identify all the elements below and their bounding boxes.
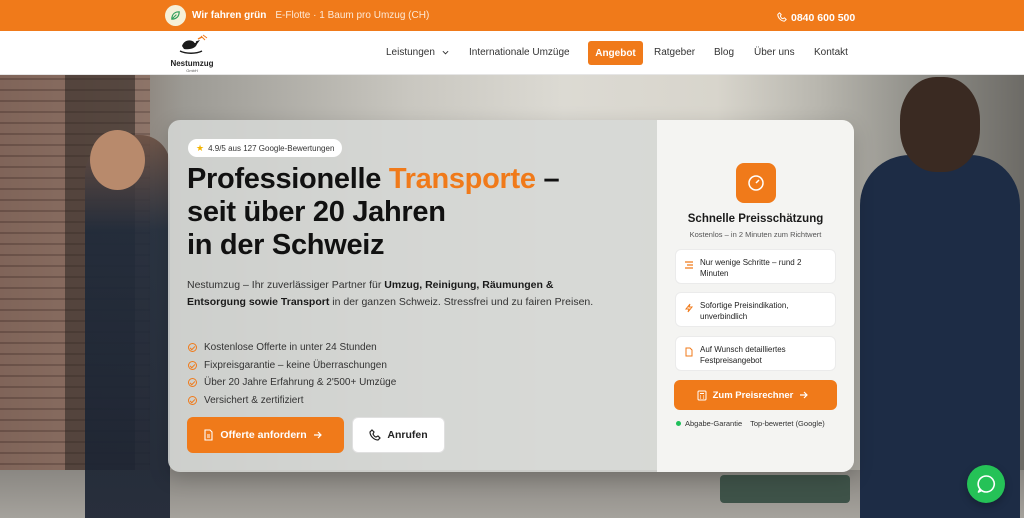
nav-angebot[interactable]: Angebot xyxy=(588,41,643,65)
estimator-feature: Nur wenige Schritte – rund 2 Minuten xyxy=(675,249,836,284)
topbar-phone-number: 0840 600 500 xyxy=(791,12,856,24)
chevron-down-icon xyxy=(442,47,449,58)
check-circle-icon xyxy=(188,360,197,370)
calculator-icon xyxy=(697,390,707,400)
estimator-title: Schnelle Preisschätzung xyxy=(687,213,824,225)
whatsapp-chat-button[interactable] xyxy=(967,465,1005,503)
benefit-text: Fixpreisgarantie – keine Überraschungen xyxy=(204,359,387,371)
hero-card: ★ 4.9/5 aus 127 Google-Bewertungen Profe… xyxy=(168,120,854,472)
estimator-feature-text: Auf Wunsch detailliertes Festpreisangebo… xyxy=(700,345,786,365)
green-fleet-notice: Wir fahren grün E-Flotte · 1 Baum pro Um… xyxy=(165,5,429,26)
google-rating-badge: ★ 4.9/5 aus 127 Google-Bewertungen xyxy=(188,139,343,157)
benefit-text: Kostenlose Offerte in unter 24 Stunden xyxy=(204,342,377,354)
benefit-item: Fixpreisgarantie – keine Überraschungen xyxy=(188,357,396,375)
arrow-right-icon xyxy=(313,431,322,439)
estimator-feature-text: Sofortige Preisindikation, unverbindlich xyxy=(700,301,789,321)
arrow-right-icon xyxy=(800,391,809,399)
estimator-feature-text: Nur wenige Schritte – rund 2 Minuten xyxy=(700,258,802,278)
hero-card-content: ★ 4.9/5 aus 127 Google-Bewertungen Profe… xyxy=(168,120,657,472)
fleet-subline: E-Flotte · 1 Baum pro Umzug (CH) xyxy=(275,10,430,21)
lead-part-2: in der ganzen Schweiz. Stressfrei und zu… xyxy=(329,296,594,308)
headline-pre: Professionelle xyxy=(187,163,389,195)
headline-post: – xyxy=(535,163,560,195)
hero-background-mover-left xyxy=(85,135,170,518)
hero-background-sofa xyxy=(720,475,850,503)
nav-ratgeber[interactable]: Ratgeber xyxy=(654,47,695,58)
gauge-icon xyxy=(736,163,776,203)
logo-sub: GmbH xyxy=(186,68,198,73)
check-circle-icon xyxy=(188,395,197,405)
logo[interactable]: Nestumzug GmbH xyxy=(166,34,218,74)
check-circle-icon xyxy=(188,343,197,353)
green-label: Wir fahren grün xyxy=(192,10,267,21)
nav-leistungen-label: Leistungen xyxy=(386,47,435,58)
hero-background-mover-right xyxy=(860,155,1020,518)
call-button[interactable]: Anrufen xyxy=(352,417,445,453)
lead-part-1: Nestumzug – Ihr zuverlässiger Partner fü… xyxy=(187,279,385,291)
benefit-item: Über 20 Jahre Erfahrung & 2'500+ Umzüge xyxy=(188,374,396,392)
document-icon xyxy=(204,429,213,441)
headline-line2: seit über 20 Jahren xyxy=(187,196,446,228)
lightning-icon xyxy=(684,300,694,318)
estimator-feature: Sofortige Preisindikation, unverbindlich xyxy=(675,292,836,327)
price-estimator-panel: Schnelle Preisschätzung Kostenlos – in 2… xyxy=(657,120,854,472)
nav-blog[interactable]: Blog xyxy=(714,47,734,58)
star-icon: ★ xyxy=(196,142,205,153)
price-calculator-button[interactable]: Zum Preisrechner xyxy=(674,380,837,410)
nav-ueber-uns[interactable]: Über uns xyxy=(754,47,795,58)
estimator-subtitle: Kostenlos – in 2 Minuten zum Richtwert xyxy=(689,230,822,239)
phone-icon xyxy=(369,429,382,441)
headline-line3: in der Schweiz xyxy=(187,229,385,261)
bird-nest-logo-icon xyxy=(179,34,208,54)
price-calculator-label: Zum Preisrechner xyxy=(712,389,794,401)
headline-accent: Transporte xyxy=(388,163,536,195)
hero-lead: Nestumzug – Ihr zuverlässiger Partner fü… xyxy=(187,277,597,311)
main-navbar: Nestumzug GmbH Leistungen Internationale… xyxy=(0,31,1024,75)
rating-text: 4.9/5 aus 127 Google-Bewertungen xyxy=(208,143,335,153)
top-rated-label: Top-bewertet (Google) xyxy=(750,419,825,428)
nav-kontakt[interactable]: Kontakt xyxy=(814,47,848,58)
phone-icon xyxy=(777,9,787,27)
guarantee-label: Abgabe-Garantie xyxy=(685,419,743,428)
nav-leistungen[interactable]: Leistungen xyxy=(386,47,449,58)
hero-background-mover-right-head xyxy=(900,77,980,172)
leaf-icon xyxy=(165,5,186,26)
request-offer-label: Offerte anfordern xyxy=(220,429,307,441)
promo-topbar: Wir fahren grün E-Flotte · 1 Baum pro Um… xyxy=(0,0,1024,31)
benefit-item: Versichert & zertifiziert xyxy=(188,392,396,410)
request-offer-button[interactable]: Offerte anfordern xyxy=(187,417,344,453)
estimator-footer: Abgabe-Garantie Top-bewertet (Google) xyxy=(676,419,825,428)
benefit-item: Kostenlose Offerte in unter 24 Stunden xyxy=(188,339,396,357)
whatsapp-icon xyxy=(977,475,995,493)
benefit-text: Versichert & zertifiziert xyxy=(204,394,304,406)
steps-icon xyxy=(684,257,694,275)
check-circle-icon xyxy=(188,378,197,388)
topbar-phone-link[interactable]: 0840 600 500 xyxy=(777,9,855,27)
benefit-text: Über 20 Jahre Erfahrung & 2'500+ Umzüge xyxy=(204,377,397,389)
call-label: Anrufen xyxy=(387,429,428,441)
nav-internationale-umzuege[interactable]: Internationale Umzüge xyxy=(469,47,570,58)
hero-headline: Professionelle Transporte – seit über 20… xyxy=(187,163,647,262)
estimator-feature: Auf Wunsch detailliertes Festpreisangebo… xyxy=(675,336,836,371)
status-dot-icon xyxy=(676,421,681,426)
logo-name: Nestumzug xyxy=(170,59,214,68)
hero-background-mover-left-head xyxy=(90,130,145,190)
benefit-list: Kostenlose Offerte in unter 24 Stunden F… xyxy=(188,339,396,409)
document-icon xyxy=(684,344,694,362)
